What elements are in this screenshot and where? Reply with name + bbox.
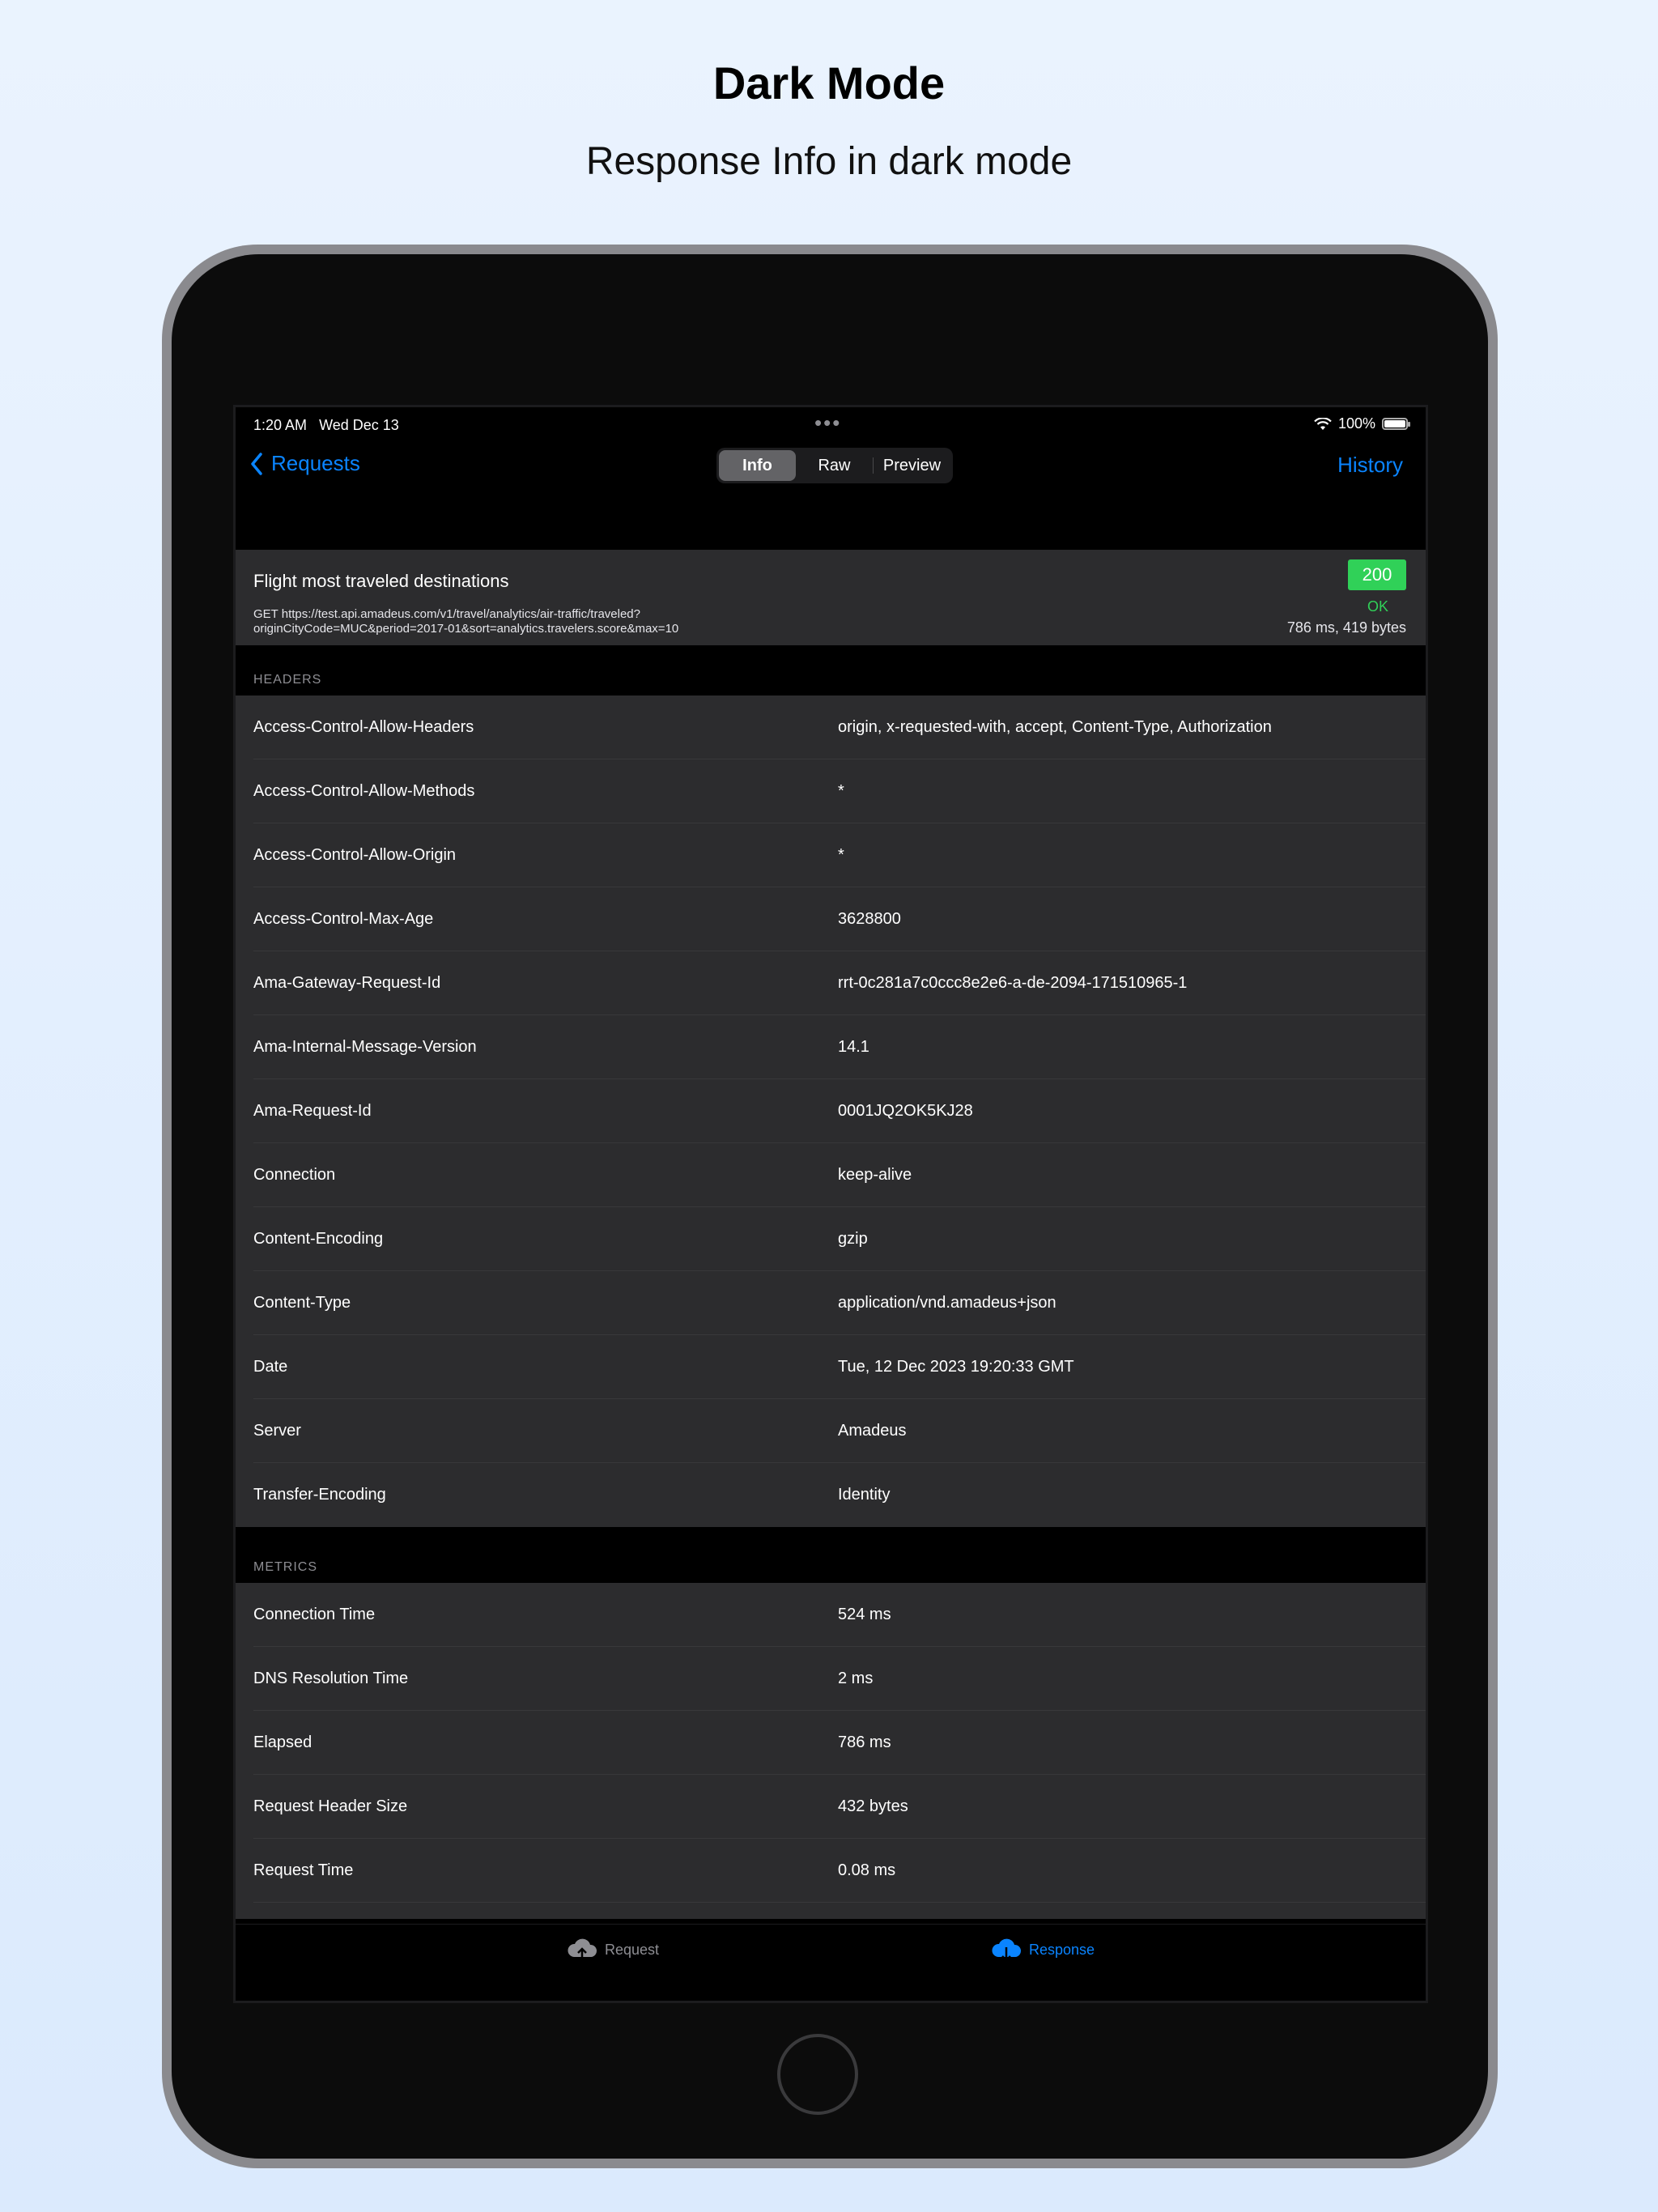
header-row[interactable]: Access-Control-Allow-Origin *	[236, 823, 1426, 887]
header-row[interactable]: Access-Control-Allow-Methods *	[236, 759, 1426, 823]
request-url: GET https://test.api.amadeus.com/v1/trav…	[253, 607, 1144, 636]
home-button[interactable]	[777, 2034, 858, 2115]
header-row[interactable]: Access-Control-Max-Age 3628800	[236, 887, 1426, 951]
request-url-line-2: originCityCode=MUC&period=2017-01&sort=a…	[253, 622, 679, 636]
battery-percent: 100%	[1337, 415, 1375, 432]
request-title: Flight most traveled destinations	[253, 571, 509, 591]
header-row[interactable]: Date Tue, 12 Dec 2023 19:20:33 GMT	[236, 1335, 1426, 1399]
header-row[interactable]: Content-Encoding gzip	[236, 1207, 1426, 1271]
back-button[interactable]: Requests	[250, 451, 360, 476]
cloud-download-icon	[992, 1938, 1022, 1962]
tab-request[interactable]: Request	[566, 1938, 659, 1962]
back-button-label: Requests	[271, 451, 360, 475]
header-row[interactable]: Connection keep-alive	[236, 1143, 1426, 1207]
header-row[interactable]: Access-Control-Allow-Headers origin, x-re…	[236, 696, 1426, 759]
status-text: OK	[1367, 598, 1388, 615]
segment-raw[interactable]: Raw	[796, 450, 873, 481]
headers-list: Access-Control-Allow-Headers origin, x-re…	[236, 696, 1426, 1527]
chevron-left-icon	[251, 452, 262, 475]
segmented-control: Info Raw Preview	[716, 448, 953, 483]
response-timing: 786 ms, 419 bytes	[1286, 619, 1406, 636]
header-row[interactable]: Ama-Gateway-Request-Id rrt-0c281a7c0ccc8e…	[236, 951, 1426, 1015]
status-date: Wed Dec 13	[319, 417, 399, 433]
header-row[interactable]: Content-Type application/vnd.amadeus+json	[236, 1271, 1426, 1335]
tab-request-label: Request	[605, 1941, 660, 1958]
request-url-line-1: GET https://test.api.amadeus.com/v1/trav…	[253, 607, 640, 621]
history-button[interactable]: History	[1337, 453, 1403, 478]
header-row[interactable]: Transfer-Encoding Identity	[236, 1463, 1426, 1527]
promo-subtitle: Response Info in dark mode	[585, 140, 1073, 183]
tab-bar: Request Response	[236, 1924, 1426, 2001]
segment-preview[interactable]: Preview	[874, 450, 950, 481]
status-bar: 1:20 AM Wed Dec 13 ••• 100%	[236, 407, 1426, 440]
app-screen: 1:20 AM Wed Dec 13 ••• 100% Requests Inf…	[233, 405, 1428, 2003]
metric-row[interactable]: Request Time 0.08 ms	[236, 1839, 1426, 1903]
metric-row[interactable]: Request Header Size 432 bytes	[236, 1775, 1426, 1839]
header-row[interactable]: Ama-Internal-Message-Version 14.1	[236, 1015, 1426, 1079]
wifi-icon	[1314, 417, 1332, 430]
promo-title: Dark Mode	[712, 57, 946, 108]
metric-row[interactable]: Elapsed 786 ms	[236, 1711, 1426, 1775]
status-code-badge: 200	[1348, 559, 1406, 590]
cloud-upload-icon	[568, 1938, 597, 1960]
header-row[interactable]: Server Amadeus	[236, 1399, 1426, 1463]
headers-section-title: HEADERS	[253, 673, 322, 687]
segment-info[interactable]: Info	[719, 450, 796, 481]
battery-icon	[1382, 418, 1410, 430]
request-summary: Flight most traveled destinations GET ht…	[236, 550, 1426, 645]
metrics-section-title: METRICS	[253, 1560, 317, 1574]
tab-response[interactable]: Response	[990, 1938, 1095, 1962]
metric-row-partial	[236, 1903, 1426, 1919]
metric-row[interactable]: DNS Resolution Time 2 ms	[236, 1647, 1426, 1711]
header-row[interactable]: Ama-Request-Id 0001JQ2OK5KJ28	[236, 1079, 1426, 1143]
ipad-device-frame: 1:20 AM Wed Dec 13 ••• 100% Requests Inf…	[162, 245, 1498, 2168]
metric-row[interactable]: Connection Time 524 ms	[236, 1583, 1426, 1647]
status-time: 1:20 AM	[253, 417, 308, 433]
metrics-list: Connection Time 524 ms DNS Resolution Tim…	[236, 1583, 1426, 1919]
tab-response-label: Response	[1029, 1941, 1095, 1958]
multitasking-dots-icon[interactable]: •••	[814, 410, 841, 436]
